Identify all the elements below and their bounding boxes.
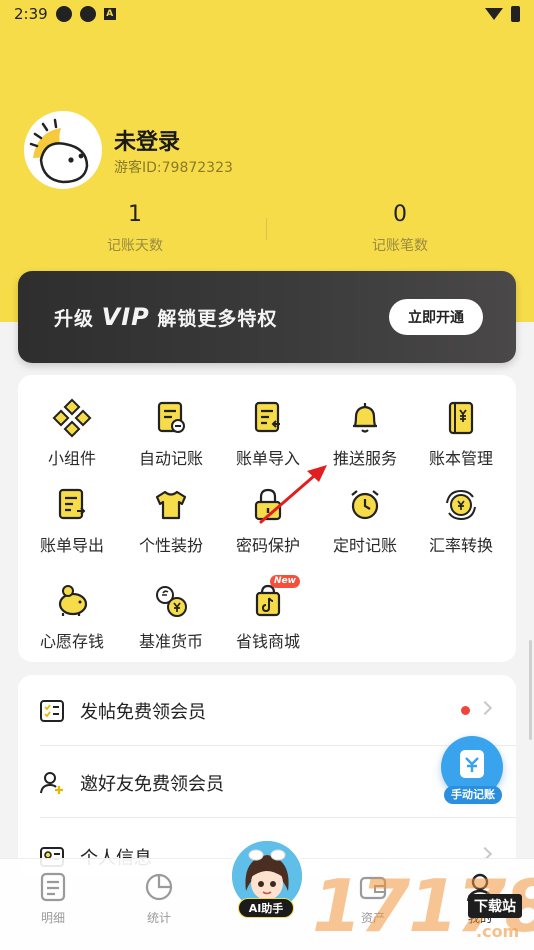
status-bar: 2:39 A xyxy=(0,0,534,28)
tool-label: 小组件 xyxy=(47,449,96,468)
app-a-icon: A xyxy=(103,8,116,20)
battery-icon xyxy=(511,6,520,22)
scrollbar[interactable] xyxy=(529,640,532,740)
site-watermark: 17178 下载站 .com xyxy=(308,860,534,950)
stat-bookkeeping-days: 1 记账天数 xyxy=(35,202,235,255)
annotation-arrow xyxy=(259,465,327,524)
tool-wish-savings[interactable]: 心愿存钱 xyxy=(24,581,120,652)
tab-statistics[interactable]: 统计 xyxy=(124,871,194,926)
guest-id: 游客ID:79872323 xyxy=(114,160,233,176)
bell-icon xyxy=(345,398,385,438)
bill-export-icon xyxy=(52,485,92,525)
vip-prefix: 升级 xyxy=(54,308,95,330)
shirt-icon xyxy=(151,485,191,525)
chevron-right-icon xyxy=(477,700,493,716)
tool-personal-theme[interactable]: 个性装扮 xyxy=(123,485,219,556)
vip-activate-button[interactable]: 立即开通 xyxy=(389,299,483,335)
tool-push-service[interactable]: 推送服务 xyxy=(317,398,413,469)
stat-divider xyxy=(266,218,267,240)
tool-bill-import[interactable]: 账单导入 xyxy=(220,398,316,469)
app-notification-icon xyxy=(79,6,96,22)
row-label: 发帖免费领会员 xyxy=(80,702,206,723)
tool-label: 心愿存钱 xyxy=(39,632,104,651)
tool-label: 基准货币 xyxy=(138,632,203,651)
checklist-icon xyxy=(39,698,65,724)
bill-import-icon xyxy=(248,398,288,438)
tool-widget[interactable]: 小组件 xyxy=(24,398,120,469)
tool-label: 汇率转换 xyxy=(428,536,493,555)
shopping-bag-icon: New xyxy=(248,575,300,621)
tool-base-currency[interactable]: 基准货币 xyxy=(123,581,219,652)
user-name[interactable]: 未登录 xyxy=(114,124,180,156)
exchange-rate-icon xyxy=(441,485,481,525)
widget-icon xyxy=(52,398,92,438)
add-friend-icon xyxy=(39,770,65,796)
tool-label: 个性装扮 xyxy=(138,536,203,555)
row-label: 邀好友免费领会员 xyxy=(80,774,224,795)
alarm-clock-icon xyxy=(345,485,385,525)
new-badge: New xyxy=(270,575,300,588)
stat-bookkeeping-count: 0 记账笔数 xyxy=(300,202,500,255)
wifi-icon xyxy=(485,8,503,20)
stat-value: 0 xyxy=(393,202,407,227)
stat-label: 记账笔数 xyxy=(372,238,428,254)
tool-label: 省钱商城 xyxy=(235,632,300,651)
divider xyxy=(40,817,516,818)
app-notification-icon xyxy=(55,6,72,22)
vip-upgrade-banner[interactable]: 升级 VIP 解锁更多特权 立即开通 xyxy=(18,271,516,363)
vip-banner-text: 升级 VIP 解锁更多特权 xyxy=(54,303,277,331)
red-dot-badge xyxy=(461,706,470,715)
piggy-bank-icon xyxy=(52,581,92,621)
tool-label: 账本管理 xyxy=(428,449,493,468)
ledger-icon xyxy=(441,398,481,438)
tab-label: 明细 xyxy=(40,911,65,925)
currency-icon xyxy=(151,581,191,621)
vip-mark: VIP xyxy=(101,303,150,331)
tool-label: 账单导出 xyxy=(39,536,104,555)
watermark-domain: .com xyxy=(476,922,520,941)
list-doc-icon xyxy=(37,871,69,903)
tool-label: 自动记账 xyxy=(138,449,203,468)
watermark-tag: 下载站 xyxy=(468,894,522,918)
tool-label: 定时记账 xyxy=(332,536,397,555)
tab-details[interactable]: 明细 xyxy=(18,871,88,926)
stat-value: 1 xyxy=(128,202,142,227)
ai-assistant-label: AI助手 xyxy=(238,898,294,918)
tool-savings-mall[interactable]: New 省钱商城 xyxy=(220,575,316,652)
tool-bill-export[interactable]: 账单导出 xyxy=(24,485,120,556)
tab-label: 统计 xyxy=(146,911,171,925)
auto-bookkeeping-icon xyxy=(151,398,191,438)
vip-suffix: 解锁更多特权 xyxy=(157,308,278,330)
tool-exchange-rate[interactable]: 汇率转换 xyxy=(413,485,509,556)
stat-label: 记账天数 xyxy=(107,238,163,254)
list-item-post-free-membership[interactable]: 发帖免费领会员 xyxy=(18,675,516,745)
manual-bookkeeping-label: 手动记账 xyxy=(444,786,502,804)
pie-chart-icon xyxy=(143,871,175,903)
tool-label: 密码保护 xyxy=(235,536,300,555)
tool-ledger-management[interactable]: 账本管理 xyxy=(413,398,509,469)
status-time: 2:39 xyxy=(14,5,48,23)
tool-auto-bookkeeping[interactable]: 自动记账 xyxy=(123,398,219,469)
avatar[interactable] xyxy=(24,111,102,189)
